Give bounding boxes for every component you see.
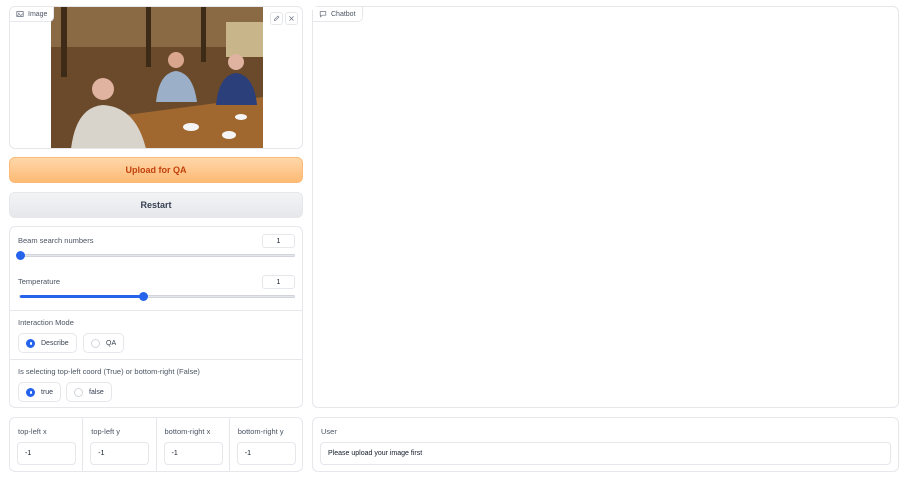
settings-panel: Beam search numbers 1 Temperature 1 Inte… xyxy=(9,226,303,408)
radio-false-label: false xyxy=(89,388,104,396)
radio-describe-label: Describe xyxy=(41,339,69,347)
top-left-x-input[interactable]: -1 xyxy=(17,442,76,465)
top-left-y-label: top-left y xyxy=(91,427,121,436)
temperature-number-input[interactable]: 1 xyxy=(262,275,295,289)
radio-true-dot xyxy=(26,387,35,397)
interaction-mode-label: Interaction Mode xyxy=(18,318,74,327)
radio-true[interactable]: true xyxy=(18,382,62,402)
temperature-label: Temperature xyxy=(18,277,61,286)
coordinates-panel: top-left x -1 top-left y -1 bottom-right… xyxy=(9,417,303,472)
radio-false[interactable]: false xyxy=(66,382,112,402)
bottom-right-y-input[interactable]: -1 xyxy=(236,442,296,465)
pencil-icon xyxy=(273,15,280,22)
coord-mode-label: Is selecting top-left coord (True) or bo… xyxy=(18,367,200,376)
chatbot-label: Chatbot xyxy=(331,10,356,18)
radio-qa-dot xyxy=(91,338,100,348)
chatbot-panel: Chatbot xyxy=(312,6,899,408)
bottom-right-x-label: bottom-right x xyxy=(164,427,211,436)
uploaded-photo[interactable] xyxy=(51,7,263,149)
beam-search-label: Beam search numbers xyxy=(18,236,94,245)
user-input[interactable]: Please upload your image first xyxy=(320,442,891,465)
image-panel: Image xyxy=(9,6,303,149)
user-panel: User Please upload your image first xyxy=(312,417,899,472)
clear-image-button[interactable] xyxy=(285,12,298,25)
top-left-y-field: top-left y -1 xyxy=(83,418,157,471)
restart-button[interactable]: Restart xyxy=(9,192,303,218)
radio-false-dot xyxy=(74,387,83,397)
image-label: Image xyxy=(28,10,48,18)
temperature-slider[interactable] xyxy=(19,292,295,301)
top-left-y-input[interactable]: -1 xyxy=(90,442,150,465)
temperature-slider-fill xyxy=(20,295,144,298)
top-left-x-field: top-left x -1 xyxy=(10,418,84,471)
radio-describe-dot xyxy=(26,338,35,348)
image-icon xyxy=(16,11,24,17)
radio-qa-label: QA xyxy=(106,339,117,347)
bottom-right-y-label: bottom-right y xyxy=(237,427,284,436)
chat-icon xyxy=(319,11,327,18)
top-left-x-label: top-left x xyxy=(18,427,47,436)
edit-button[interactable] xyxy=(270,12,283,25)
beam-search-slider-thumb[interactable] xyxy=(16,251,25,260)
close-icon xyxy=(289,16,294,21)
divider xyxy=(10,310,302,311)
beam-search-number-input[interactable]: 1 xyxy=(262,234,295,248)
bottom-right-y-field: bottom-right y -1 xyxy=(230,418,302,471)
radio-qa[interactable]: QA xyxy=(83,333,125,353)
bottom-right-x-input[interactable]: -1 xyxy=(163,442,223,465)
upload-for-qa-button[interactable]: Upload for QA xyxy=(9,157,303,183)
image-label-chip: Image xyxy=(10,7,55,22)
bottom-right-x-field: bottom-right x -1 xyxy=(157,418,230,471)
radio-true-label: true xyxy=(41,388,54,396)
user-label: User xyxy=(321,427,337,436)
beam-search-slider[interactable] xyxy=(16,251,295,260)
divider xyxy=(10,359,302,360)
chatbot-label-chip: Chatbot xyxy=(313,7,363,22)
temperature-slider-thumb[interactable] xyxy=(139,292,149,301)
radio-describe[interactable]: Describe xyxy=(18,333,77,353)
